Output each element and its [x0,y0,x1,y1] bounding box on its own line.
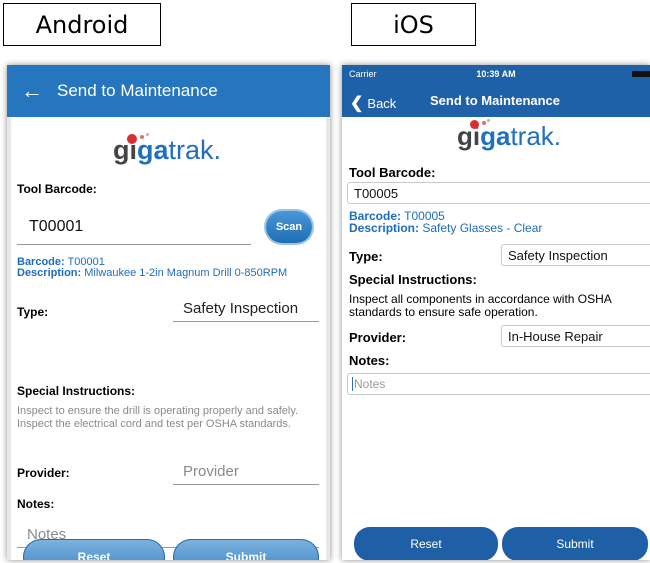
back-label: Back [367,95,397,111]
logo-dot [470,120,479,129]
description-prefix: Description: [349,221,420,235]
logo-dot [482,121,486,125]
logo-part: trak. [510,121,562,151]
provider-underline [173,484,319,485]
android-form: gi ga trak. Tool Barcode: T00001 Scan Barc… [11,117,326,560]
special-instructions-label: Special Instructions: [17,384,136,398]
reset-button[interactable]: Reset [354,527,498,560]
gigatrak-logo: gi ga trak. [113,133,222,166]
description-info: Description: Safety Glasses - Clear [349,222,542,234]
description-value: Safety Glasses - Clear [422,221,543,235]
android-label: Android [3,3,161,46]
tool-barcode-label: Tool Barcode: [17,182,97,196]
chevron-left-icon: ❮ [350,95,364,112]
tool-barcode-label: Tool Barcode: [349,165,436,180]
notes-input[interactable]: Notes [347,373,650,395]
android-app-bar: ← Send to Maintenance [7,65,330,117]
description-value: Milwaukee 1-2in Magnum Drill 0-850RPM [84,267,288,279]
description-prefix: Description: [17,267,82,279]
ios-nav-bar: ❮ Back Send to Maintenance [342,85,650,117]
ios-label: iOS [351,3,476,46]
submit-button[interactable]: Submit [173,539,319,560]
logo-dot [127,134,137,144]
type-label: Type: [17,305,49,319]
reset-button[interactable]: Reset [23,539,165,560]
tool-barcode-input[interactable]: T00005 [347,182,650,204]
page-title: Send to Maintenance [430,93,561,108]
description-info: Description: Milwaukee 1-2in Magnum Dril… [17,268,287,279]
battery-icon [632,71,650,77]
logo-part: ga [480,121,511,151]
back-button[interactable]: ❮ Back [350,93,396,113]
ios-screen: Carrier 10:39 AM ❮ Back Send to Maintena… [342,65,650,560]
provider-label: Provider: [349,330,407,345]
page-title: Send to Maintenance [57,81,218,100]
logo-dot [146,133,149,136]
submit-button[interactable]: Submit [502,527,648,560]
logo-dot [487,119,490,122]
tool-barcode-underline [17,244,251,245]
special-instructions-text: Inspect to ensure the drill is operating… [17,405,299,430]
gigatrak-logo: gi ga trak. [457,119,562,152]
type-underline [173,321,319,322]
type-label: Type: [349,249,383,264]
special-instructions-text: Inspect all components in accordance wit… [349,292,612,319]
notes-label: Notes: [17,497,55,511]
status-time: 10:39 AM [476,69,516,79]
tool-barcode-input[interactable]: T00001 [29,218,83,236]
notes-label: Notes: [349,353,390,368]
logo-part: trak. [168,135,222,165]
provider-label: Provider: [17,466,70,480]
special-instructions-label: Special Instructions: [349,272,477,287]
logo-dot [140,135,144,139]
provider-select[interactable]: In-House Repair [501,325,650,347]
type-select[interactable]: Safety Inspection [501,244,650,266]
text-cursor [352,377,353,391]
provider-select[interactable]: Provider [183,463,239,480]
scan-button[interactable]: Scan [266,211,312,243]
type-select[interactable]: Safety Inspection [183,300,298,317]
arrow-left-icon[interactable]: ← [7,78,57,104]
android-screen: ← Send to Maintenance gi ga trak. Tool Bar… [7,65,330,560]
notes-placeholder: Notes [354,377,386,391]
status-bar: Carrier 10:39 AM [342,65,650,85]
logo-part: ga [137,135,169,165]
